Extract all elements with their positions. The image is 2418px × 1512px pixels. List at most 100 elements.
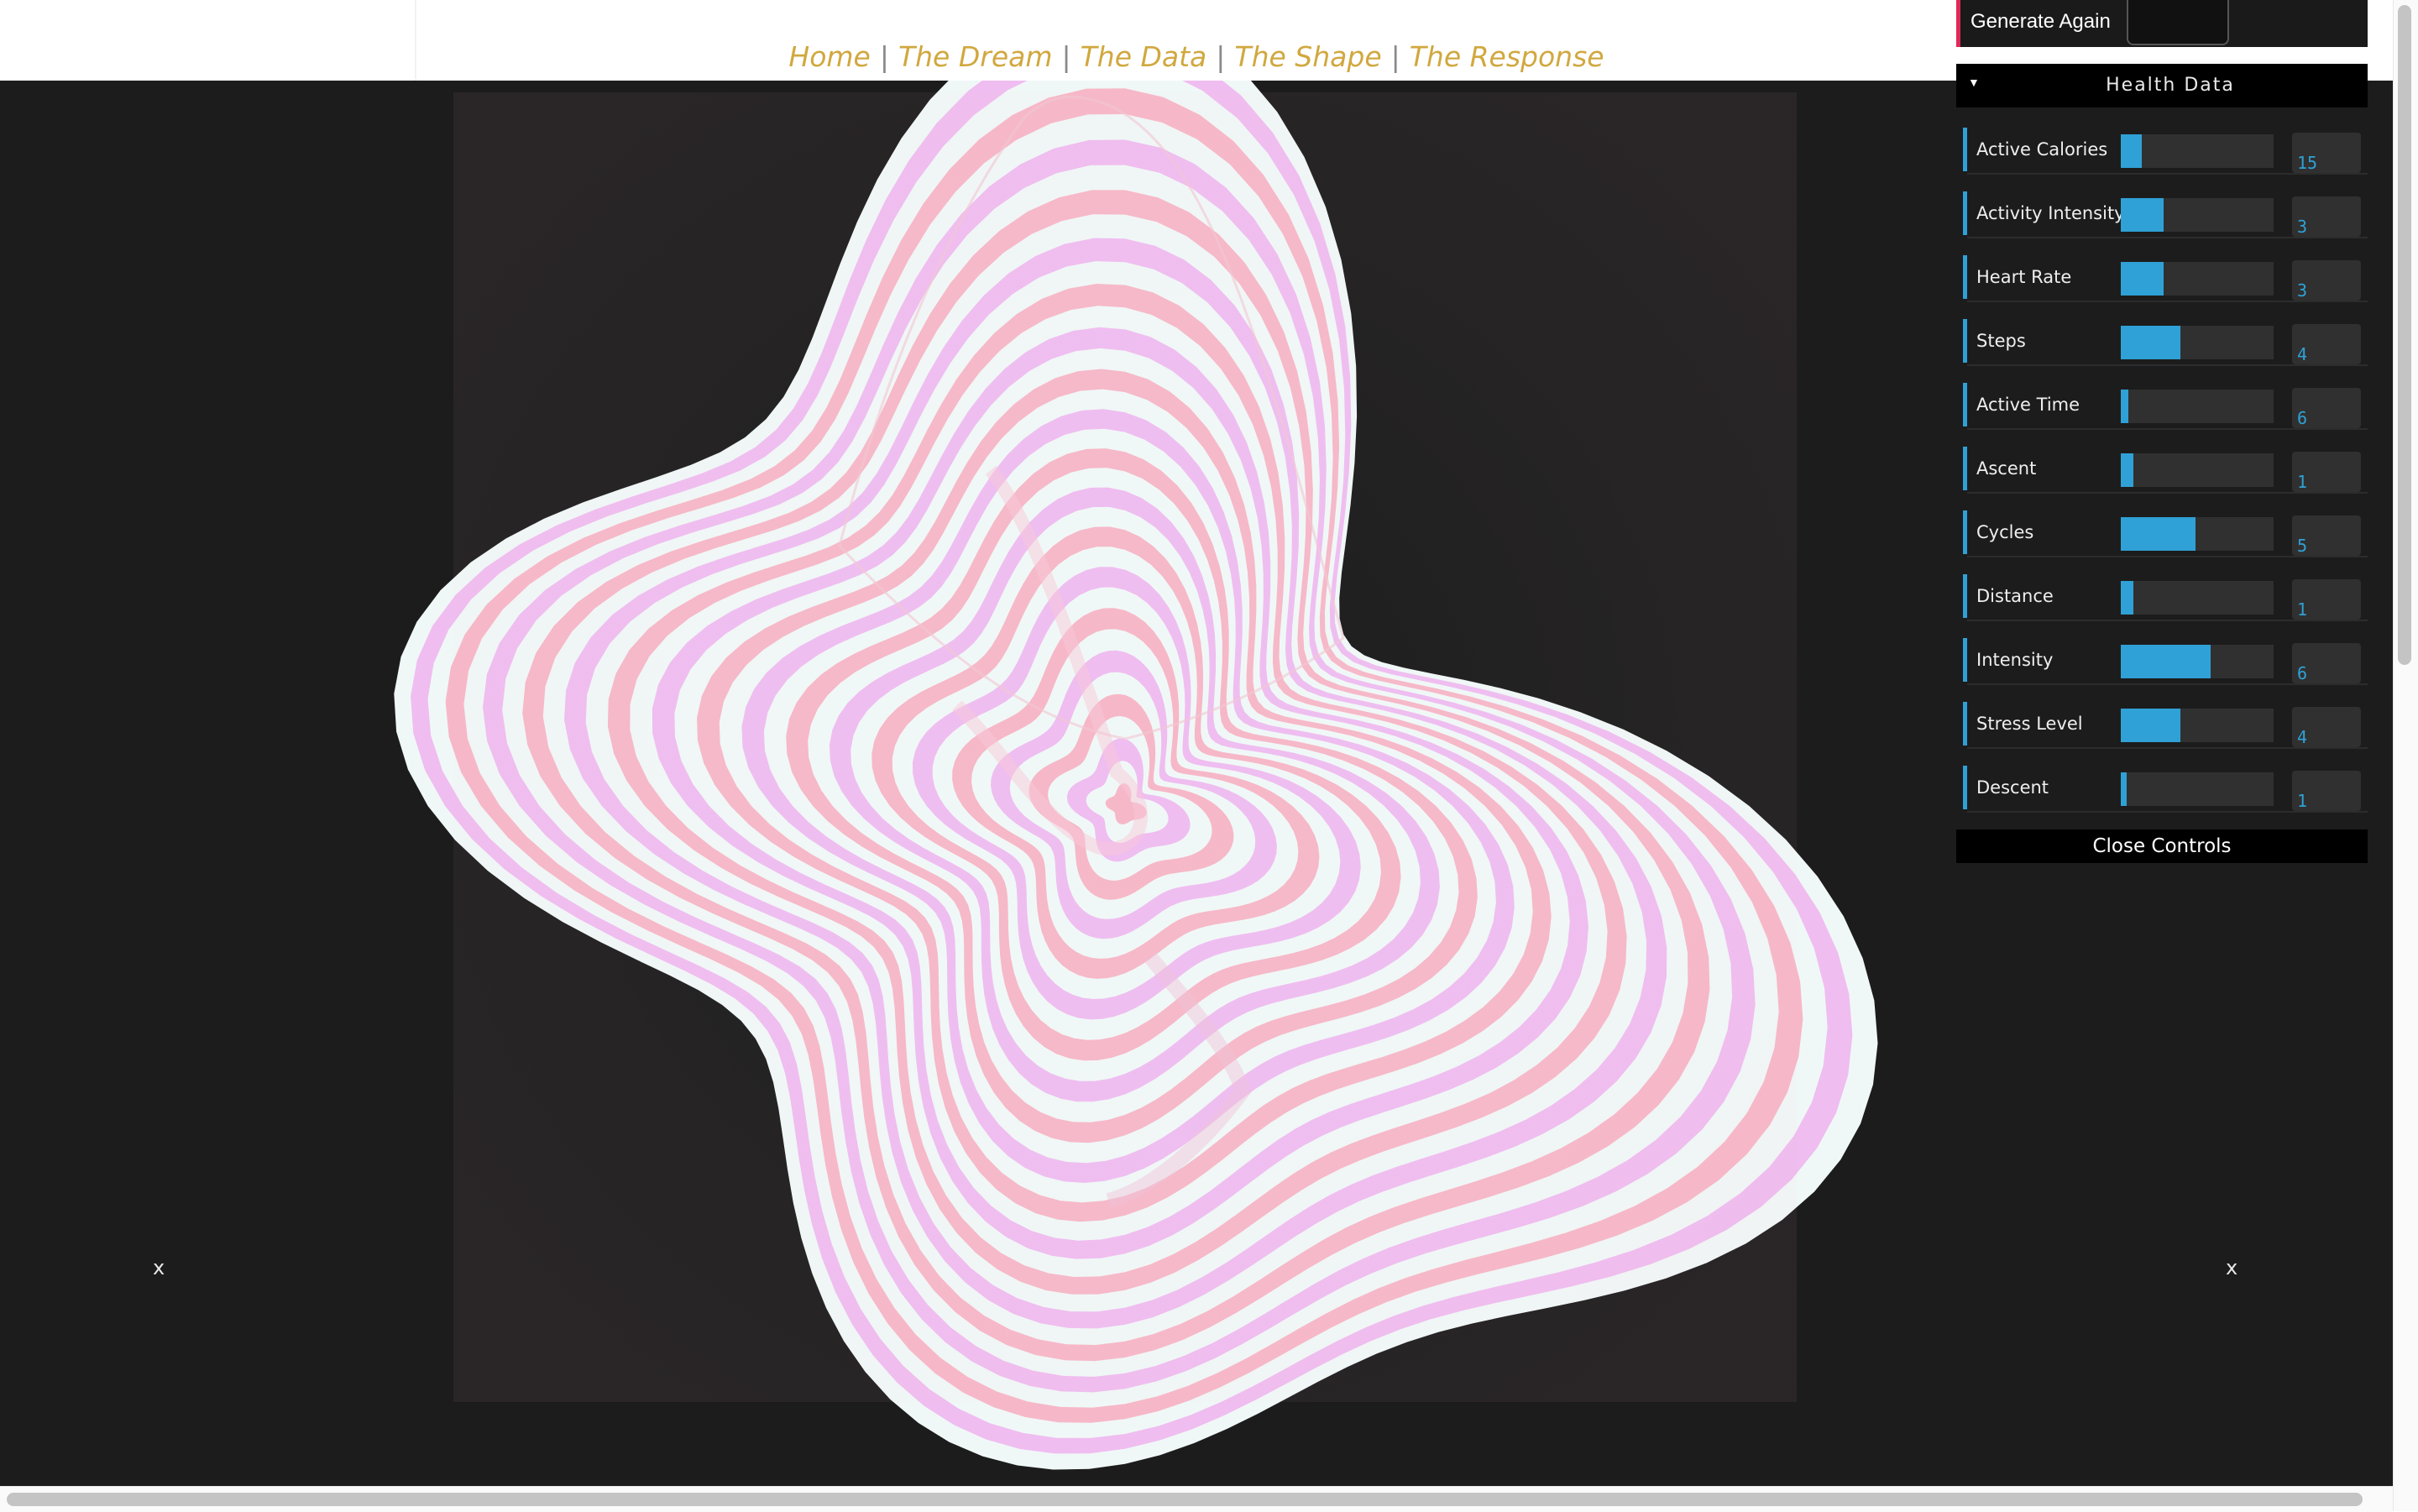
control-slider[interactable] bbox=[2121, 198, 2274, 232]
nav-separator: | bbox=[1390, 40, 1400, 73]
control-value-input[interactable]: 6 bbox=[2292, 388, 2361, 428]
control-value: 4 bbox=[2297, 727, 2308, 747]
row-divider bbox=[1967, 428, 2368, 430]
control-slider[interactable] bbox=[2121, 134, 2274, 168]
slider-fill bbox=[2121, 709, 2180, 742]
control-label: Activity Intensity bbox=[1976, 203, 2125, 223]
slider-fill bbox=[2121, 645, 2211, 678]
control-slider[interactable] bbox=[2121, 645, 2274, 678]
control-value: 6 bbox=[2297, 663, 2308, 683]
right-close-icon[interactable]: x bbox=[2226, 1256, 2237, 1279]
slider-fill bbox=[2121, 772, 2127, 806]
close-controls-button[interactable]: Close Controls bbox=[1956, 829, 2368, 863]
slider-fill bbox=[2121, 262, 2164, 296]
nav-link-the-dream[interactable]: The Dream bbox=[898, 40, 1053, 73]
row-accent-bar bbox=[1963, 574, 1967, 618]
row-divider bbox=[1967, 173, 2368, 175]
control-value-input[interactable]: 1 bbox=[2292, 771, 2361, 811]
control-label: Active Calories bbox=[1976, 139, 2108, 160]
generate-again-button[interactable]: Generate Again bbox=[1956, 0, 2368, 47]
control-slider[interactable] bbox=[2121, 453, 2274, 487]
control-value: 4 bbox=[2297, 344, 2308, 364]
slider-fill bbox=[2121, 326, 2180, 359]
slider-fill bbox=[2121, 581, 2133, 615]
vertical-scrollbar-thumb[interactable] bbox=[2398, 5, 2411, 665]
row-divider bbox=[1967, 811, 2368, 813]
shape-shading bbox=[453, 92, 1797, 1402]
control-label: Ascent bbox=[1976, 458, 2037, 479]
row-divider bbox=[1967, 620, 2368, 621]
horizontal-scrollbar-thumb[interactable] bbox=[7, 1493, 2363, 1506]
nav-link-the-data[interactable]: The Data bbox=[1081, 40, 1207, 73]
row-accent-bar bbox=[1963, 128, 1967, 171]
nav-separator: | bbox=[879, 40, 889, 73]
control-row: Active Time 6 bbox=[1963, 376, 2368, 430]
control-slider[interactable] bbox=[2121, 262, 2274, 296]
control-slider[interactable] bbox=[2121, 390, 2274, 423]
slider-fill bbox=[2121, 517, 2196, 551]
control-value-input[interactable]: 4 bbox=[2292, 707, 2361, 747]
control-value-input[interactable]: 4 bbox=[2292, 324, 2361, 364]
control-slider[interactable] bbox=[2121, 772, 2274, 806]
row-accent-bar bbox=[1963, 638, 1967, 682]
control-value: 3 bbox=[2297, 280, 2308, 301]
control-slider[interactable] bbox=[2121, 581, 2274, 615]
left-close-icon[interactable]: x bbox=[153, 1256, 165, 1279]
control-value: 5 bbox=[2297, 536, 2308, 556]
slider-fill bbox=[2121, 390, 2128, 423]
control-value-input[interactable]: 3 bbox=[2292, 260, 2361, 301]
control-row: Cycles 5 bbox=[1963, 504, 2368, 557]
control-row: Intensity 6 bbox=[1963, 631, 2368, 685]
slider-fill bbox=[2121, 134, 2142, 168]
control-label: Stress Level bbox=[1976, 714, 2083, 734]
control-row: Descent 1 bbox=[1963, 759, 2368, 813]
control-slider[interactable] bbox=[2121, 709, 2274, 742]
row-accent-bar bbox=[1963, 766, 1967, 809]
control-row: Distance 1 bbox=[1963, 568, 2368, 621]
row-divider bbox=[1967, 556, 2368, 557]
control-value: 3 bbox=[2297, 217, 2308, 237]
slider-fill bbox=[2121, 453, 2133, 487]
control-label: Descent bbox=[1976, 777, 2049, 798]
control-row: Activity Intensity 3 bbox=[1963, 185, 2368, 238]
control-value-input[interactable]: 6 bbox=[2292, 643, 2361, 683]
control-row: Ascent 1 bbox=[1963, 440, 2368, 494]
control-value: 6 bbox=[2297, 408, 2308, 428]
control-row: Steps 4 bbox=[1963, 312, 2368, 366]
control-value-input[interactable]: 15 bbox=[2292, 133, 2361, 173]
control-row: Heart Rate 3 bbox=[1963, 249, 2368, 302]
control-value-input[interactable]: 3 bbox=[2292, 196, 2361, 237]
nav-link-home[interactable]: Home bbox=[788, 40, 870, 73]
control-value: 1 bbox=[2297, 791, 2308, 811]
row-accent-bar bbox=[1963, 191, 1967, 235]
control-label: Active Time bbox=[1976, 395, 2080, 415]
health-data-folder-header[interactable]: ▼ Health Data bbox=[1956, 64, 2368, 107]
control-label: Distance bbox=[1976, 586, 2054, 606]
row-divider bbox=[1967, 492, 2368, 494]
row-divider bbox=[1967, 301, 2368, 302]
control-value-input[interactable]: 1 bbox=[2292, 452, 2361, 492]
slider-fill bbox=[2121, 198, 2164, 232]
row-accent-bar bbox=[1963, 383, 1967, 426]
control-label: Steps bbox=[1976, 331, 2026, 351]
control-label: Intensity bbox=[1976, 650, 2054, 670]
control-slider[interactable] bbox=[2121, 517, 2274, 551]
row-accent-bar bbox=[1963, 319, 1967, 363]
control-value: 1 bbox=[2297, 472, 2308, 492]
nav-link-the-shape[interactable]: The Shape bbox=[1234, 40, 1381, 73]
nav-link-the-response[interactable]: The Response bbox=[1410, 40, 1604, 73]
generate-again-box[interactable] bbox=[2127, 0, 2229, 45]
nav-separator: | bbox=[1216, 40, 1226, 73]
control-label: Cycles bbox=[1976, 522, 2034, 542]
control-slider[interactable] bbox=[2121, 326, 2274, 359]
control-value: 1 bbox=[2297, 599, 2308, 620]
control-row: Stress Level 4 bbox=[1963, 695, 2368, 749]
control-value-input[interactable]: 5 bbox=[2292, 515, 2361, 556]
generate-again-label: Generate Again bbox=[1971, 10, 2111, 33]
row-accent-bar bbox=[1963, 510, 1967, 554]
row-accent-bar bbox=[1963, 255, 1967, 299]
control-value-input[interactable]: 1 bbox=[2292, 579, 2361, 620]
row-divider bbox=[1967, 364, 2368, 366]
row-divider bbox=[1967, 237, 2368, 238]
row-accent-bar bbox=[1963, 702, 1967, 746]
